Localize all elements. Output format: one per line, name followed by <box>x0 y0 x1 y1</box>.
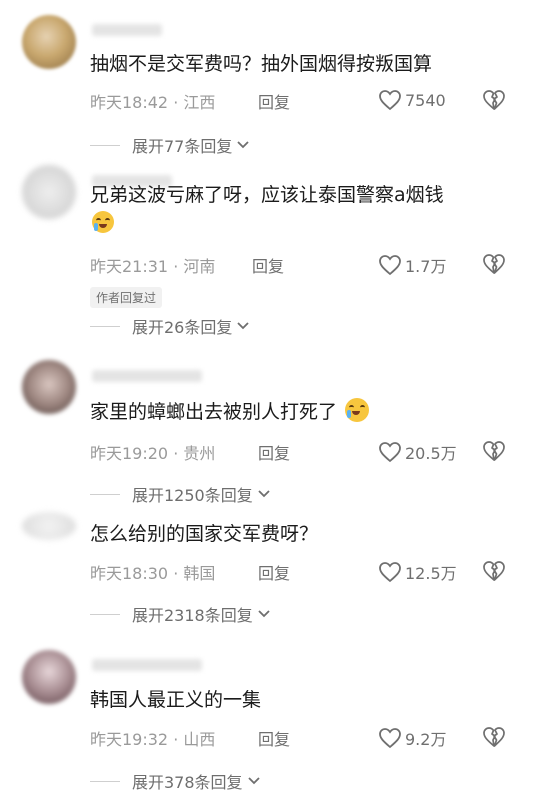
avatar[interactable] <box>22 650 76 704</box>
divider <box>90 613 120 615</box>
expand-replies-label: 展开26条回复 <box>132 318 233 337</box>
comment-text: 家里的蟑螂出去被别人打死了 <box>90 398 515 426</box>
reply-button[interactable]: 回复 <box>258 89 290 113</box>
expand-replies-label: 展开2318条回复 <box>132 606 253 625</box>
heart-outline-icon <box>379 442 401 463</box>
comment-meta: 昨天21:31 · 河南 回复 1.7万 <box>90 253 515 277</box>
comment-time-location: 昨天19:20 · 贵州 <box>90 444 216 463</box>
expand-replies[interactable]: 展开378条回复 <box>90 770 261 792</box>
dislike-button[interactable] <box>481 88 507 116</box>
like-button[interactable]: 9.2万 <box>378 726 446 750</box>
dislike-button[interactable] <box>481 559 507 587</box>
dislike-button[interactable] <box>481 725 507 753</box>
like-button[interactable]: 20.5万 <box>378 440 457 464</box>
like-count: 1.7万 <box>405 257 447 276</box>
broken-heart-icon <box>483 561 505 581</box>
expand-replies[interactable]: 展开77条回复 <box>90 134 250 156</box>
reply-button[interactable]: 回复 <box>258 726 290 750</box>
expand-replies[interactable]: 展开26条回复 <box>90 315 250 337</box>
divider <box>90 325 120 327</box>
heart-outline-icon <box>379 255 401 276</box>
chevron-down-icon <box>237 141 250 149</box>
crying-face-emoji <box>345 398 370 422</box>
comment-time-location: 昨天19:32 · 山西 <box>90 730 216 749</box>
author-replied-badge: 作者回复过 <box>90 287 163 308</box>
reply-button[interactable]: 回复 <box>258 560 290 584</box>
username-blurred[interactable] <box>92 659 202 671</box>
divider <box>90 493 120 495</box>
avatar[interactable] <box>22 512 76 540</box>
comment-list: 抽烟不是交军费吗？抽外国烟得按叛国算 昨天18:42 · 江西 回复 7540 … <box>0 0 537 800</box>
broken-heart-icon <box>483 441 505 461</box>
like-button[interactable]: 1.7万 <box>378 253 446 277</box>
comment-meta: 昨天18:30 · 韩国 回复 12.5万 <box>90 560 515 584</box>
reply-button[interactable]: 回复 <box>258 440 290 464</box>
comment-text: 怎么给别的国家交军费呀？ <box>90 523 319 545</box>
comment-text-body: 兄弟这波亏麻了呀，应该让泰国警察a烟钱 <box>90 184 444 206</box>
comment-meta: 昨天19:20 · 贵州 回复 20.5万 <box>90 440 515 464</box>
like-button[interactable]: 12.5万 <box>378 560 457 584</box>
like-count: 20.5万 <box>405 444 457 463</box>
broken-heart-icon <box>483 254 505 274</box>
like-count: 12.5万 <box>405 564 457 583</box>
username-blurred[interactable] <box>92 370 202 382</box>
comment-time-location: 昨天18:42 · 江西 <box>90 93 216 112</box>
like-button[interactable]: 7540 <box>378 89 446 111</box>
divider <box>90 144 120 146</box>
comment-text-body: 家里的蟑螂出去被别人打死了 <box>90 401 338 423</box>
comment-text: 兄弟这波亏麻了呀，应该让泰国警察a烟钱 <box>90 181 515 237</box>
avatar[interactable] <box>22 165 76 219</box>
avatar[interactable] <box>22 360 76 414</box>
comment-text: 韩国人最正义的一集 <box>90 689 262 711</box>
crying-laughing-emoji <box>92 211 114 233</box>
dislike-button[interactable] <box>481 252 507 280</box>
chevron-down-icon <box>237 322 250 330</box>
comment-time-location: 昨天21:31 · 河南 <box>90 257 216 276</box>
expand-replies-label: 展开378条回复 <box>132 773 243 792</box>
expand-replies-label: 展开77条回复 <box>132 137 233 156</box>
comment-time-location: 昨天18:30 · 韩国 <box>90 564 216 583</box>
broken-heart-icon <box>483 727 505 747</box>
dislike-button[interactable] <box>481 439 507 467</box>
chevron-down-icon <box>258 490 270 498</box>
broken-heart-icon <box>483 90 505 110</box>
divider <box>90 780 120 782</box>
heart-outline-icon <box>379 562 401 583</box>
chevron-down-icon <box>247 777 260 785</box>
reply-button[interactable]: 回复 <box>252 253 284 277</box>
comment-meta: 昨天18:42 · 江西 回复 7540 <box>90 89 515 113</box>
username-blurred[interactable] <box>92 24 162 36</box>
heart-outline-icon <box>379 728 401 749</box>
expand-replies[interactable]: 展开2318条回复 <box>90 603 271 625</box>
chevron-down-icon <box>258 610 270 618</box>
expand-replies[interactable]: 展开1250条回复 <box>90 483 271 505</box>
expand-replies-label: 展开1250条回复 <box>132 486 253 505</box>
heart-outline-icon <box>379 90 401 111</box>
comment-meta: 昨天19:32 · 山西 回复 9.2万 <box>90 726 515 750</box>
comment-text: 抽烟不是交军费吗？抽外国烟得按叛国算 <box>90 53 433 75</box>
like-count: 9.2万 <box>405 730 447 749</box>
like-count: 7540 <box>405 90 446 110</box>
avatar[interactable] <box>22 15 76 69</box>
